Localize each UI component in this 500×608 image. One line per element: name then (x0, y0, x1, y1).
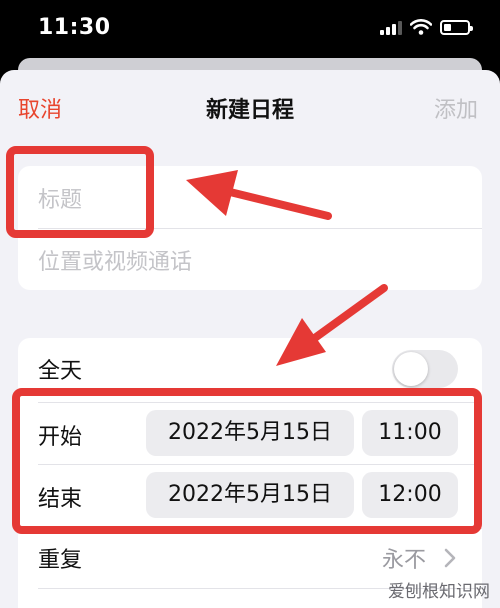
arrow-to-title-icon (186, 170, 332, 220)
arrow-to-time-icon (276, 284, 388, 366)
annotation-arrows (186, 170, 388, 366)
